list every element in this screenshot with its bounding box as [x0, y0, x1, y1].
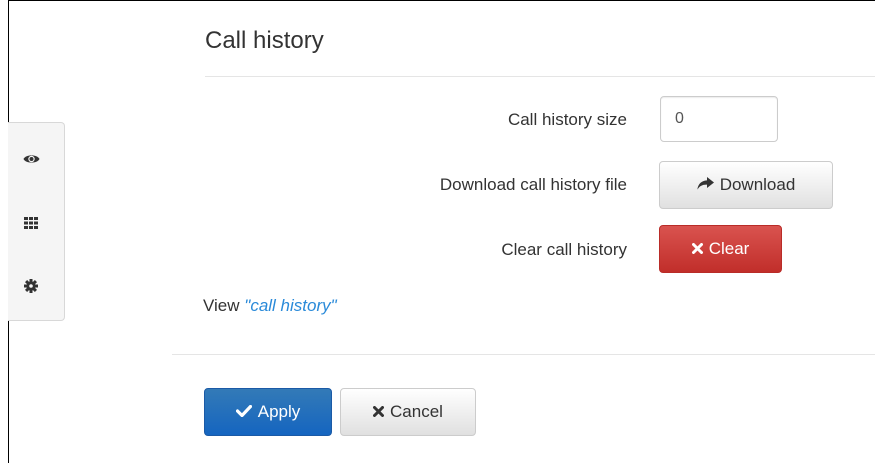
- check-icon: [235, 402, 252, 422]
- download-label: Download call history file: [439, 175, 627, 194]
- side-toolbar: [8, 122, 65, 321]
- clear-button-label: Clear: [708, 239, 750, 258]
- grid-icon[interactable]: [22, 214, 40, 232]
- history-size-label: Call history size: [507, 110, 627, 129]
- footer-divider: [172, 354, 875, 355]
- apply-button[interactable]: Apply: [204, 388, 332, 436]
- gear-icon[interactable]: [22, 277, 40, 295]
- close-icon: [373, 402, 385, 422]
- cancel-button-label: Cancel: [390, 402, 443, 421]
- download-button[interactable]: Download: [659, 161, 833, 209]
- call-history-link[interactable]: "call history": [244, 296, 336, 315]
- clear-button[interactable]: Clear: [659, 225, 782, 273]
- clear-label: Clear call history: [501, 240, 627, 259]
- cancel-button[interactable]: Cancel: [340, 388, 476, 436]
- apply-button-label: Apply: [257, 402, 301, 421]
- view-history-line: View "call history": [203, 296, 337, 316]
- eye-icon[interactable]: [22, 150, 40, 168]
- download-button-label: Download: [719, 175, 796, 194]
- view-prefix: View: [203, 296, 240, 315]
- title-divider: [205, 76, 875, 77]
- close-icon: [691, 239, 703, 259]
- history-size-input[interactable]: [660, 96, 778, 142]
- share-arrow-icon: [697, 175, 714, 195]
- page-title: Call history: [205, 27, 324, 54]
